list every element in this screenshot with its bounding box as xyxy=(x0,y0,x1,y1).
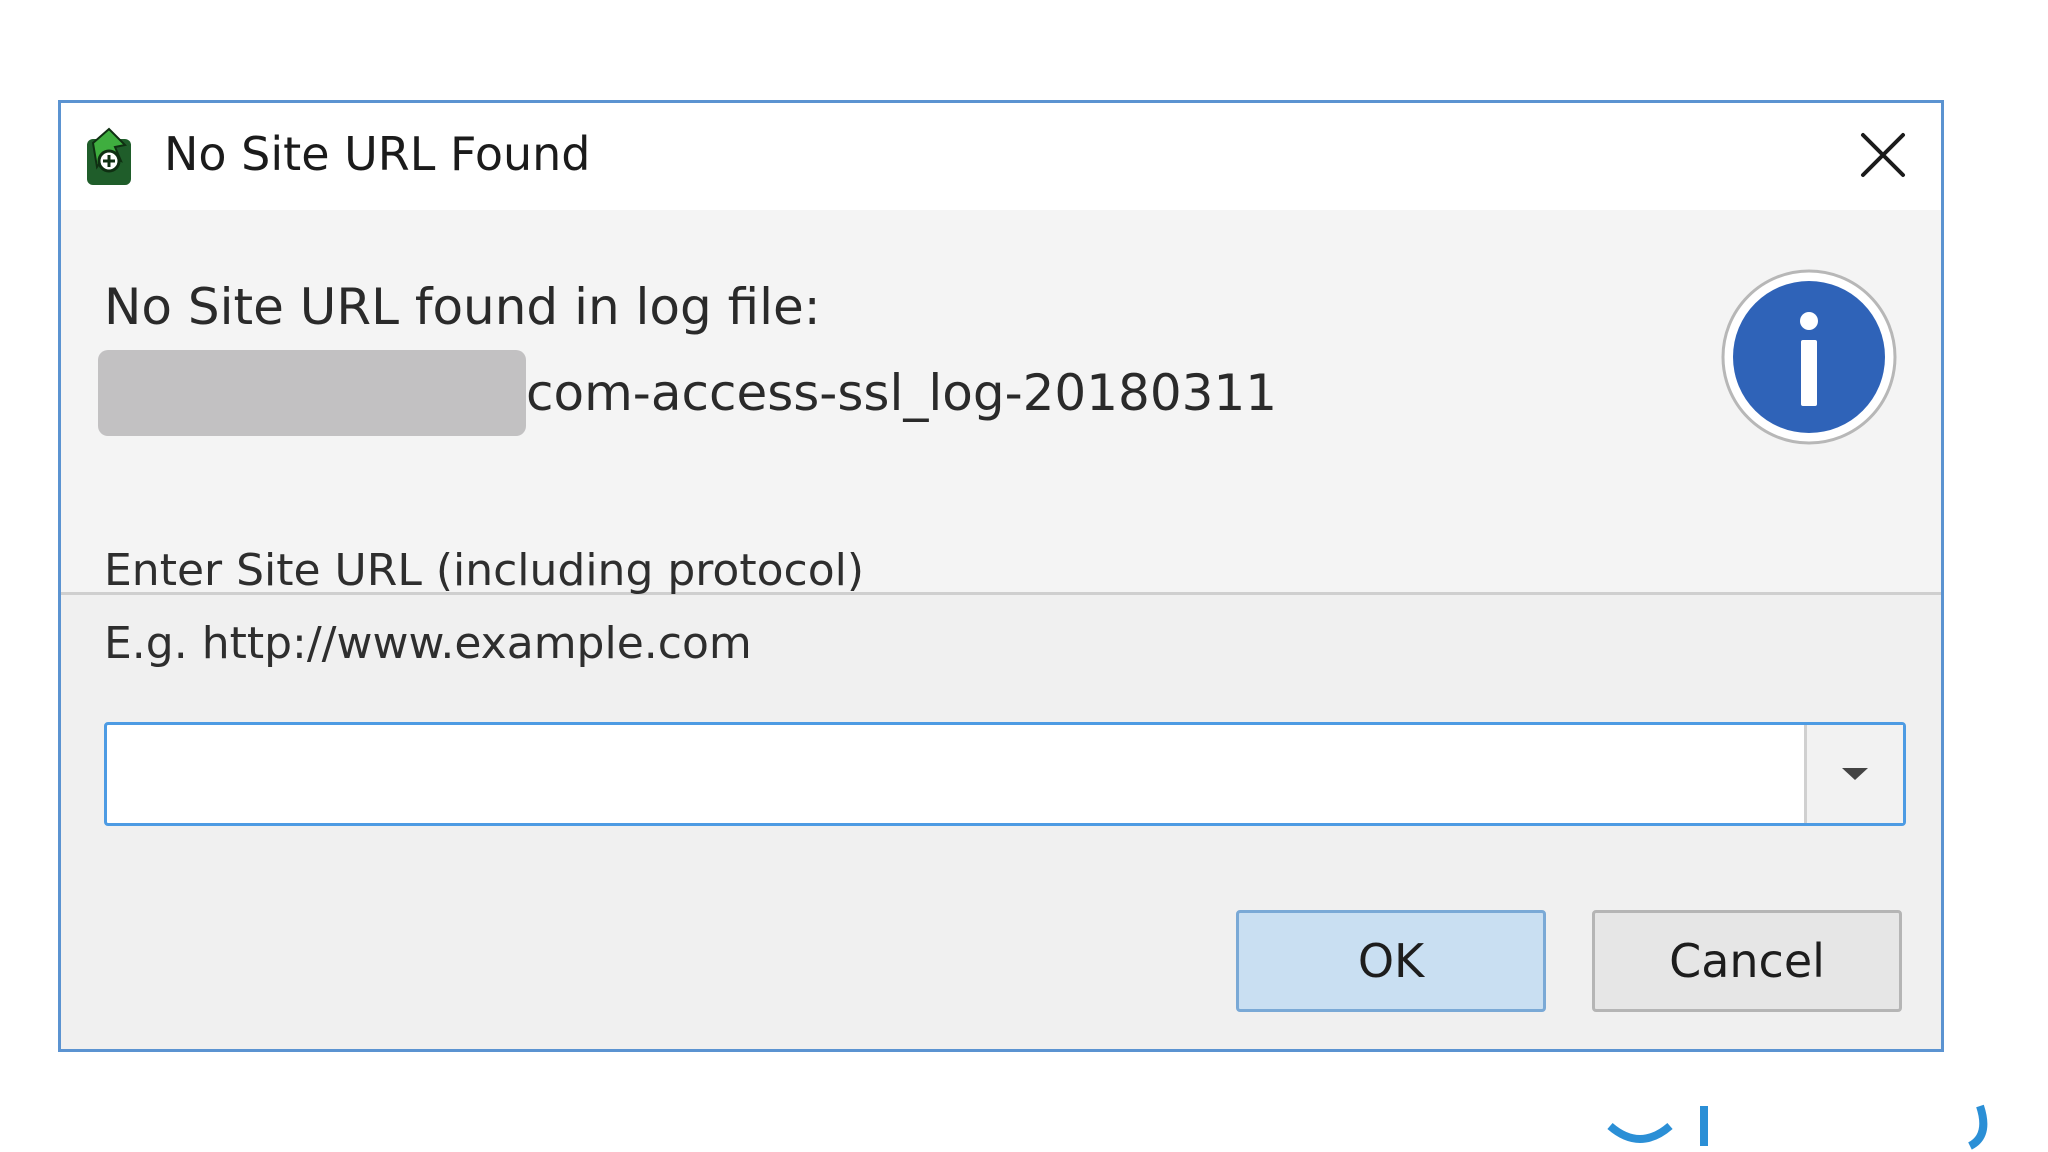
dialog-titlebar[interactable]: No Site URL Found xyxy=(61,103,1941,210)
message-line-1: No Site URL found in log file: xyxy=(104,278,821,336)
site-url-input[interactable] xyxy=(107,725,1797,823)
background-fragment xyxy=(1607,1104,1988,1150)
prompt-label-2: E.g. http://www.example.com xyxy=(104,618,752,669)
redacted-block xyxy=(98,350,526,436)
site-url-combobox[interactable] xyxy=(104,722,1906,826)
log-filename: com-access-ssl_log-20180311 xyxy=(526,364,1278,422)
prompt-label-1: Enter Site URL (including protocol) xyxy=(104,545,865,596)
dialog-title: No Site URL Found xyxy=(164,127,591,181)
info-icon xyxy=(1721,269,1897,445)
cancel-button[interactable]: Cancel xyxy=(1592,910,1902,1012)
close-icon[interactable] xyxy=(1853,125,1913,185)
app-icon xyxy=(87,127,131,185)
message-line-2: com-access-ssl_log-20180311 xyxy=(98,350,1278,436)
dropdown-button[interactable] xyxy=(1804,725,1903,823)
chevron-down-icon xyxy=(1842,768,1868,780)
ok-button[interactable]: OK xyxy=(1236,910,1546,1012)
